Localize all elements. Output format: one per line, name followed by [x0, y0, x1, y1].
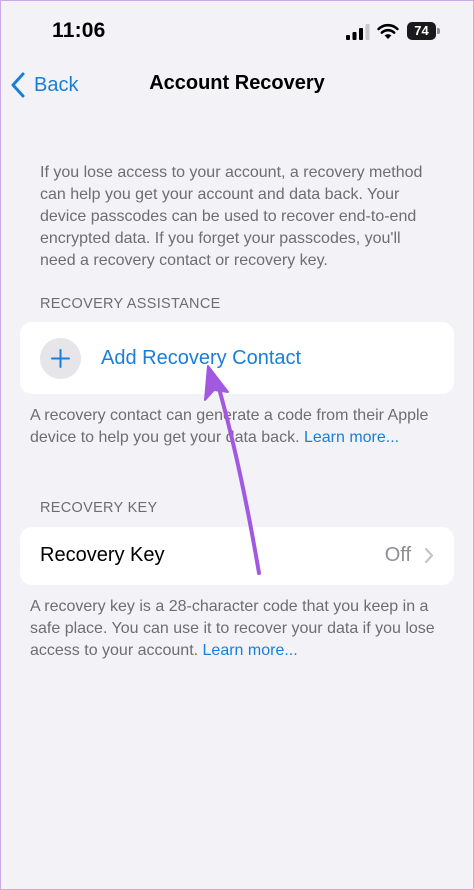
recovery-contact-footnote: A recovery contact can generate a code f… — [30, 405, 450, 449]
back-label: Back — [34, 73, 79, 96]
battery-level: 74 — [407, 22, 436, 40]
recovery-contact-learn-more-link[interactable]: Learn more... — [304, 429, 399, 446]
plus-icon — [51, 349, 70, 368]
battery-nub — [437, 28, 440, 34]
recovery-key-header: RECOVERY KEY — [40, 500, 158, 516]
add-recovery-contact-button[interactable]: Add Recovery Contact — [20, 322, 454, 394]
recovery-key-label: Recovery Key — [40, 544, 165, 566]
cellular-signal-icon — [346, 24, 370, 40]
recovery-key-learn-more-link[interactable]: Learn more... — [203, 642, 298, 659]
back-button[interactable]: Back — [10, 70, 78, 100]
chevron-right-icon — [424, 547, 434, 564]
recovery-key-status: Off — [384, 544, 411, 566]
status-bar: 11:06 74 — [0, 0, 474, 60]
chevron-left-icon — [11, 72, 25, 98]
add-recovery-contact-label: Add Recovery Contact — [101, 347, 302, 369]
recovery-key-footnote: A recovery key is a 28-character code th… — [30, 596, 450, 662]
recovery-key-row[interactable]: Recovery Key Off — [20, 527, 454, 585]
navigation-bar: Account Recovery Back — [0, 60, 474, 110]
status-time: 11:06 — [52, 19, 106, 42]
wifi-icon — [377, 23, 399, 39]
add-icon-circle — [40, 338, 81, 379]
battery-indicator: 74 — [407, 22, 441, 40]
recovery-assistance-header: RECOVERY ASSISTANCE — [40, 296, 221, 312]
intro-description: If you lose access to your account, a re… — [40, 164, 423, 269]
